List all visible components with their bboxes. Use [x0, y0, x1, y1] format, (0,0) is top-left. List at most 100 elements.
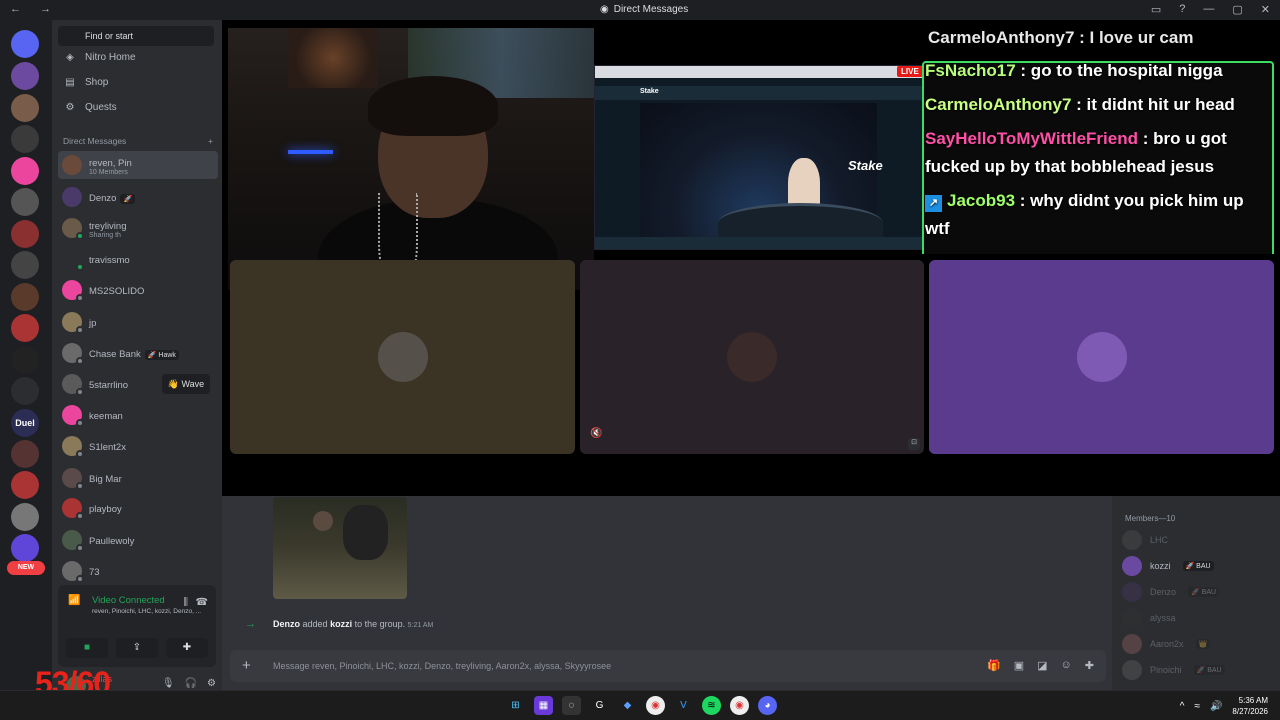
nav-shop[interactable]: ▤ Shop — [58, 71, 214, 93]
video-tile[interactable]: 🔇 ⊡ — [580, 260, 924, 454]
attach-plus-icon[interactable]: + — [242, 657, 251, 674]
new-badge[interactable]: NEW — [7, 561, 45, 575]
avatar — [1122, 634, 1142, 654]
server-icon[interactable] — [11, 157, 39, 185]
create-dm-button[interactable]: + — [208, 136, 213, 146]
screen-share[interactable]: Stake Stake — [594, 65, 923, 250]
member-item[interactable]: Denzo 🚀 BAU — [1122, 582, 1220, 602]
microphone-icon[interactable]: 🎙 — [162, 678, 175, 689]
settings-icon[interactable]: ⚙ — [207, 678, 216, 689]
find-conversation-input[interactable]: Find or start — [58, 26, 214, 46]
server-icon[interactable] — [11, 471, 39, 499]
server-icon[interactable] — [11, 94, 39, 122]
nav-quests[interactable]: ⚙ Quests — [58, 96, 214, 118]
server-icon[interactable] — [11, 62, 39, 90]
server-icon[interactable] — [11, 314, 39, 342]
discord-icon[interactable]: ◕ — [758, 696, 777, 715]
message-composer[interactable]: + Message reven, Pinoichi, LHC, kozzi, D… — [230, 650, 1106, 682]
screenshare-button[interactable]: ⇪ — [116, 638, 158, 658]
app-icon[interactable]: V — [674, 696, 693, 715]
gift-icon[interactable]: 🎁 — [987, 659, 1001, 672]
server-icon[interactable]: Duel — [11, 409, 39, 437]
server-icon[interactable] — [11, 503, 39, 531]
volume-icon[interactable]: 🔊 — [1210, 701, 1222, 712]
tile-menu-icon[interactable]: ⊡ — [908, 438, 920, 450]
dm-item[interactable]: jp — [58, 308, 218, 336]
member-item[interactable]: LHC — [1122, 530, 1168, 550]
message-input[interactable]: Message reven, Pinoichi, LHC, kozzi, Den… — [273, 661, 611, 671]
dm-item[interactable]: reven, Pin 10 Members — [58, 151, 218, 179]
windows-start-icon[interactable]: ⊞ — [506, 696, 525, 715]
voice-status[interactable]: Video Connected — [92, 595, 165, 606]
dm-item[interactable]: S1lent2x — [58, 432, 218, 460]
dm-item[interactable]: MS2SOLIDO — [58, 276, 218, 304]
spotify-icon[interactable]: ≋ — [702, 696, 721, 715]
dm-item[interactable]: Big Mar — [58, 464, 218, 492]
avatar — [62, 468, 84, 490]
avatar — [62, 312, 84, 334]
server-icon[interactable] — [11, 125, 39, 153]
member-item[interactable]: Aaron2x 👑 — [1122, 634, 1211, 654]
gif-icon[interactable]: ▣ — [1014, 659, 1024, 672]
headphones-icon[interactable]: 🎧 — [185, 678, 197, 689]
stream-chat-overlay: CarmeloAnthony7 : I love ur cam FsNacho1… — [922, 28, 1274, 254]
help-icon[interactable]: ? — [1179, 3, 1185, 16]
server-icon[interactable] — [11, 30, 39, 58]
server-icon[interactable] — [11, 283, 39, 311]
emoji-icon[interactable]: ☺ — [1061, 659, 1072, 672]
message-target-user[interactable]: kozzi — [330, 619, 352, 629]
server-icon[interactable] — [11, 534, 39, 562]
server-icon[interactable] — [11, 440, 39, 468]
dm-item[interactable]: keeman — [58, 401, 218, 429]
maximize-icon[interactable]: ▢ — [1232, 3, 1242, 16]
disconnect-icon[interactable]: ☎ — [196, 597, 208, 608]
minimize-icon[interactable]: — — [1203, 3, 1214, 16]
server-icon[interactable] — [11, 251, 39, 279]
inbox-icon[interactable]: ▭ — [1151, 3, 1161, 16]
clan-tag: 👑 — [1195, 639, 1211, 649]
dm-item[interactable]: Paullewoly — [58, 526, 218, 554]
member-item[interactable]: kozzi 🚀 BAU — [1122, 556, 1214, 576]
server-icon[interactable] — [11, 377, 39, 405]
dm-item[interactable]: playboy — [58, 494, 218, 522]
dm-name: 5starrlino — [89, 380, 129, 391]
server-icon[interactable] — [11, 188, 39, 216]
dm-item[interactable]: Chase Bank 🚀 Hawk — [58, 339, 218, 367]
activities-button[interactable]: ✚ — [166, 638, 208, 658]
chrome-icon[interactable]: ◉ — [646, 696, 665, 715]
system-message: → Denzo added kozzi to the group. 5:21 A… — [245, 618, 434, 630]
server-icon[interactable] — [11, 346, 39, 374]
nav-arrows[interactable]: ← → — [10, 3, 59, 15]
dm-item[interactable]: travissmo — [58, 245, 218, 273]
close-icon[interactable]: ✕ — [1261, 3, 1270, 16]
wifi-icon[interactable]: ≈ — [1194, 701, 1200, 712]
member-item[interactable]: Pinoichi 🚀 BAU — [1122, 660, 1225, 680]
avatar — [62, 218, 84, 240]
avatar — [62, 498, 84, 520]
app-icon[interactable]: ▦ — [534, 696, 553, 715]
dm-item[interactable]: 5starrlino 👋 Wave — [58, 370, 218, 398]
dm-item[interactable]: treyliving Sharing th — [58, 214, 218, 242]
image-attachment[interactable] — [273, 497, 407, 599]
soundboard-icon[interactable]: ⫼ — [183, 597, 188, 608]
apps-icon[interactable]: ✚ — [1085, 659, 1094, 672]
app-icon[interactable]: ◆ — [618, 696, 637, 715]
tray-chevron-icon[interactable]: ^ — [1180, 701, 1185, 712]
sticker-icon[interactable]: ◪ — [1037, 659, 1047, 672]
server-icon[interactable] — [11, 220, 39, 248]
wave-button[interactable]: 👋 Wave — [162, 374, 210, 394]
signal-icon[interactable]: 📶 — [68, 595, 86, 613]
message-author[interactable]: Denzo — [273, 619, 300, 629]
chrome-icon[interactable]: ◉ — [730, 696, 749, 715]
clock[interactable]: 5:36 AM 8/27/2026 — [1232, 695, 1268, 717]
member-item[interactable]: alyssa — [1122, 608, 1176, 628]
dm-item[interactable]: Denzo 🚀 — [58, 183, 218, 211]
dm-item[interactable]: 73 — [58, 557, 218, 585]
camera-button[interactable]: ■ — [66, 638, 108, 658]
app-icon[interactable]: G — [590, 696, 609, 715]
video-tile[interactable] — [230, 260, 575, 454]
nav-nitro-home[interactable]: ◈ Nitro Home — [58, 46, 214, 68]
message-timestamp: 5:21 AM — [407, 622, 434, 629]
app-icon[interactable]: ◌ — [562, 696, 581, 715]
video-tile[interactable] — [929, 260, 1274, 454]
